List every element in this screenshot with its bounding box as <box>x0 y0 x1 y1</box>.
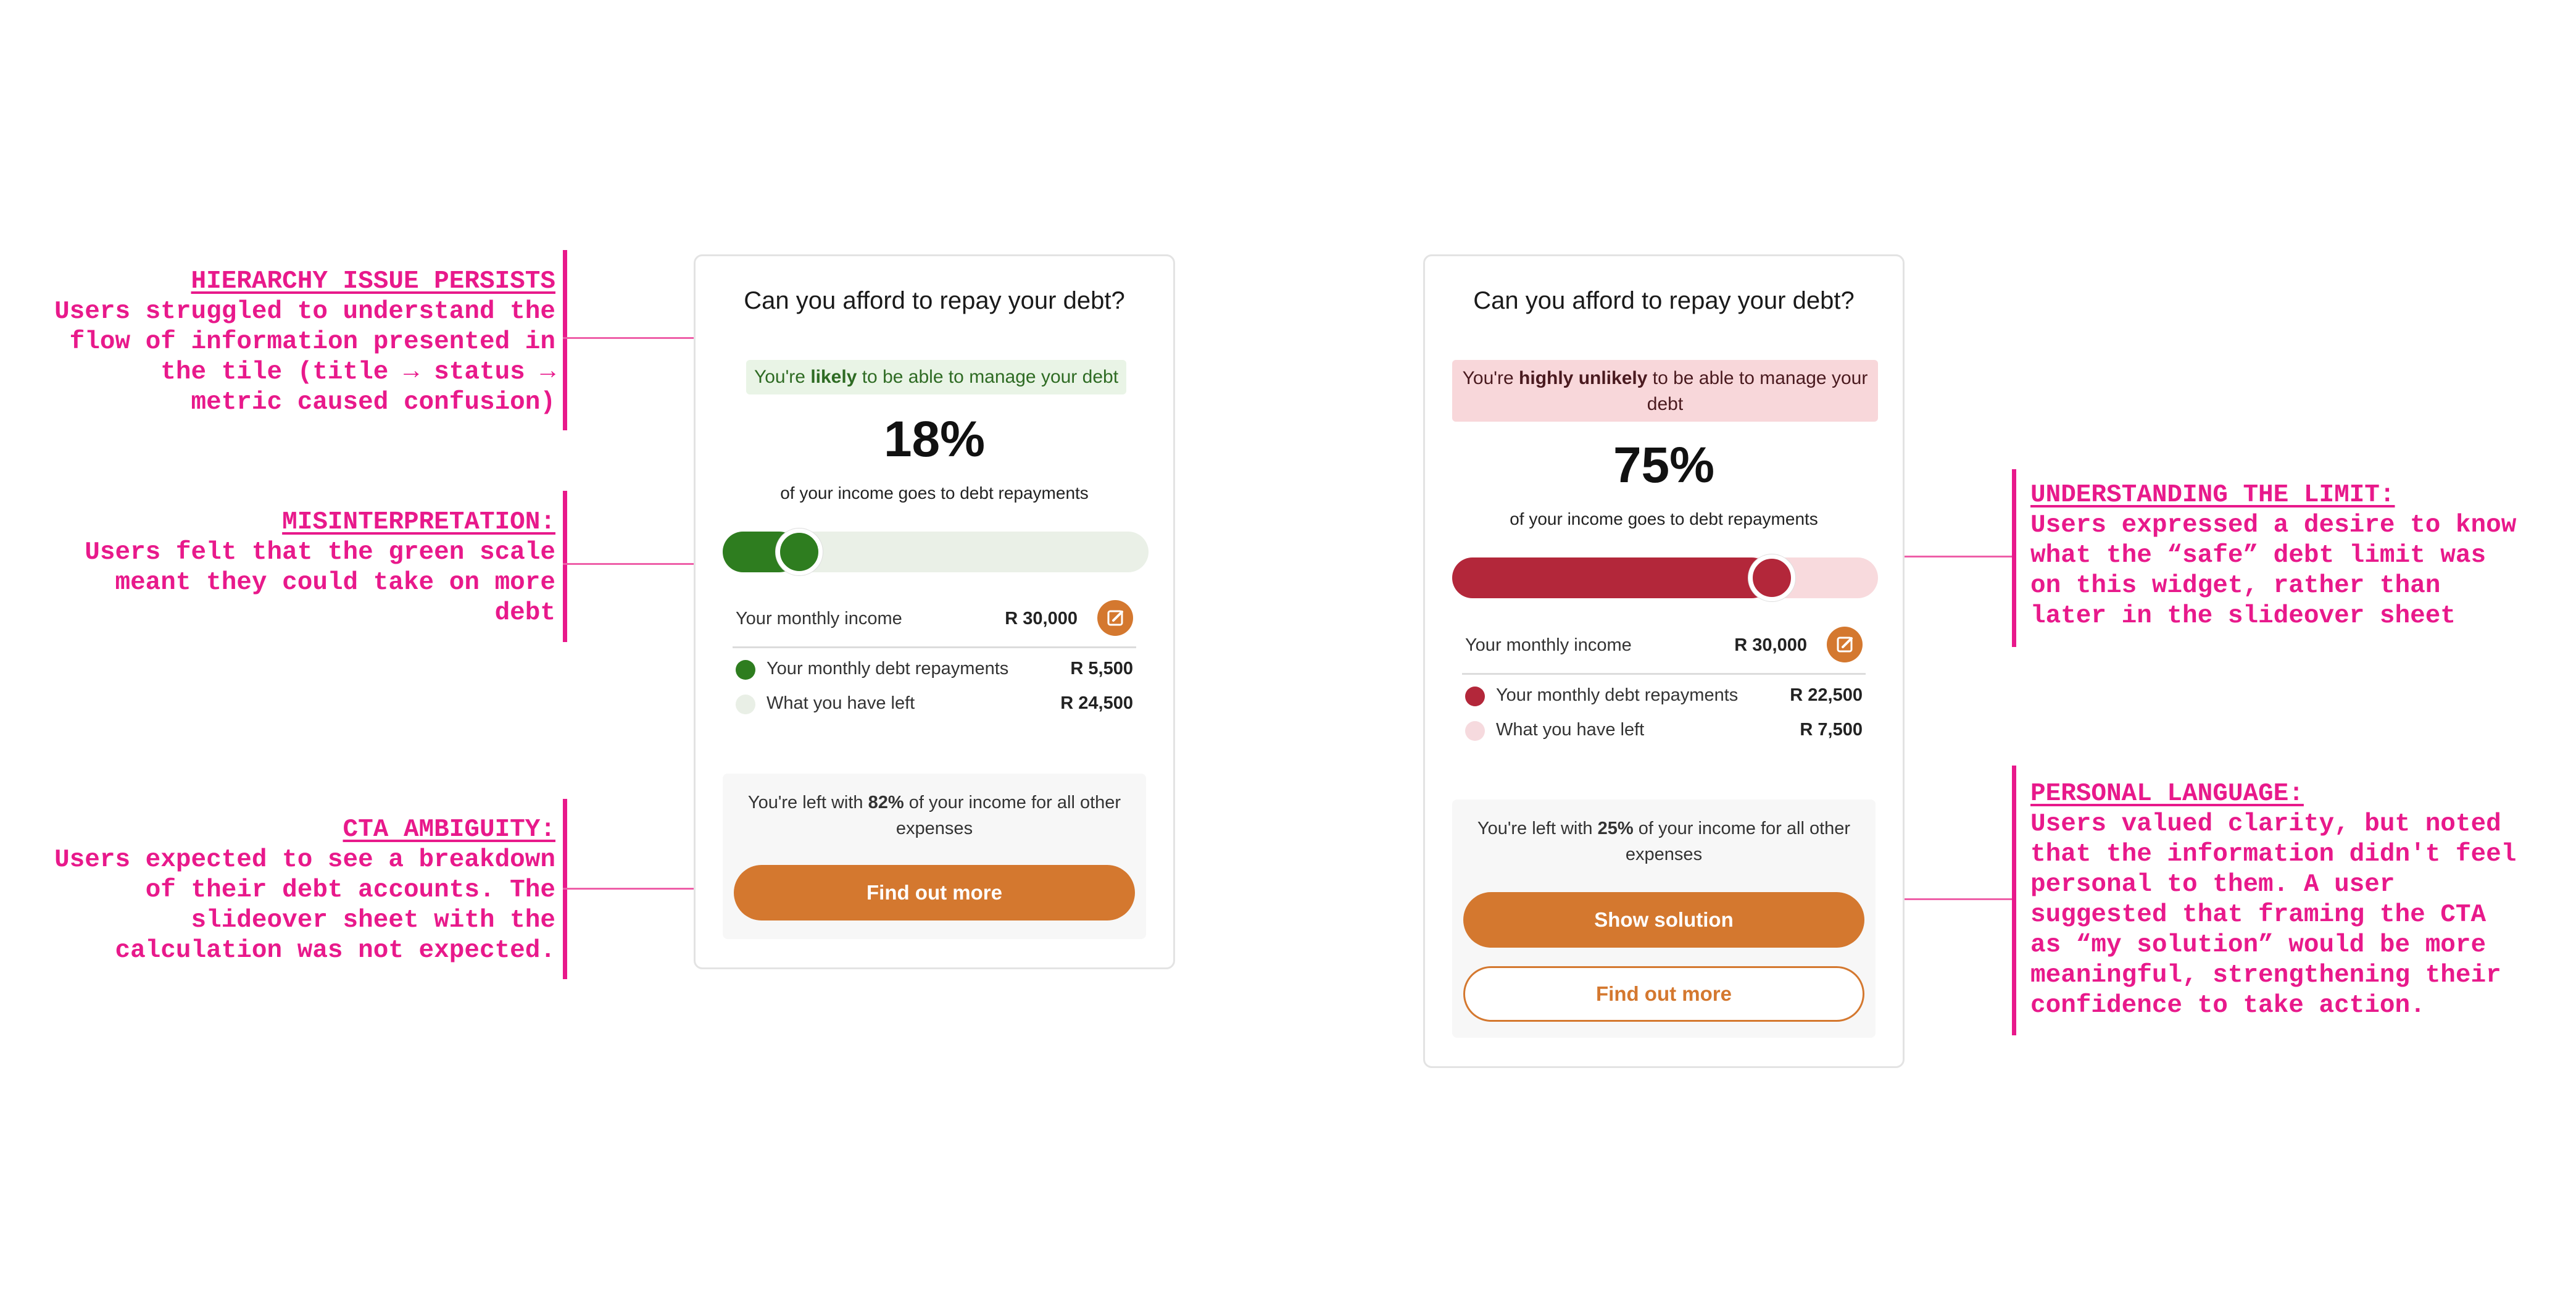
find-out-more-button[interactable]: Find out more <box>1463 966 1864 1022</box>
gauge-marker <box>1748 554 1795 601</box>
annotation-heading: UNDERSTANDING THE LIMIT: <box>2030 481 2395 509</box>
annotation-line: confidence to take action. <box>2030 991 2425 1020</box>
annotation-understanding-limit: UNDERSTANDING THE LIMIT: Users expressed… <box>2030 480 2561 632</box>
edit-icon <box>1837 637 1853 653</box>
remaining-value: R 24,500 <box>1060 693 1133 713</box>
gauge-marker <box>776 528 823 575</box>
repayments-value: R 22,500 <box>1790 685 1863 705</box>
find-out-more-button[interactable]: Find out more <box>734 865 1135 920</box>
debt-gauge <box>723 528 1149 575</box>
summary-pre: You're left with <box>747 793 868 812</box>
edit-income-button[interactable] <box>1827 627 1863 662</box>
annotation-heading: CTA AMBIGUITY: <box>343 816 555 844</box>
debt-percentage: 75% <box>1613 437 1715 493</box>
annotation-line: metric caused confusion) <box>191 388 556 417</box>
annotation-line: of their debt accounts. The <box>145 876 555 904</box>
summary-panel: You're left with 82% of your income for … <box>723 774 1146 939</box>
annotation-line: suggested that framing the CTA <box>2030 901 2487 929</box>
annotation-line: slideover sheet with the <box>191 906 556 935</box>
legend-dot <box>1465 687 1485 706</box>
summary-post: of your income for all other expenses <box>895 793 1121 838</box>
annotation-line: debt <box>494 599 555 627</box>
summary-panel: You're left with 25% of your income for … <box>1452 799 1876 1038</box>
status-text: You're <box>1462 368 1519 388</box>
annotation-line: personal to them. A user <box>2030 870 2395 899</box>
legend-dot <box>736 660 755 680</box>
legend-dot <box>736 695 755 714</box>
annotation-heading: HIERARCHY ISSUE PERSISTS <box>191 267 556 296</box>
debt-percentage: 18% <box>883 411 986 467</box>
summary-post: of your income for all other expenses <box>1625 819 1851 864</box>
income-value: R 30,000 <box>1005 609 1078 628</box>
status-text: You're <box>754 367 811 387</box>
summary-emphasis: 82% <box>868 793 904 812</box>
annotation-line: flow of information presented in <box>69 328 555 356</box>
annotation-line: Users felt that the green scale <box>85 538 555 567</box>
annotation-personal-language: PERSONAL LANGUAGE: Users valued clarity,… <box>2030 779 2567 1021</box>
annotation-bar <box>2012 766 2016 1035</box>
annotation-line: calculation was not expected. <box>115 937 555 965</box>
annotation-line: Users expected to see a breakdown <box>54 846 555 874</box>
summary-text: You're left with 82% of your income for … <box>741 790 1128 841</box>
gauge-fill <box>1452 557 1772 598</box>
card-title: Can you afford to repay your debt? <box>744 287 1125 314</box>
annotation-bar <box>563 491 567 642</box>
annotation-hierarchy: HIERARCHY ISSUE PERSISTS Users struggled… <box>25 267 555 418</box>
status-badge: You're highly unlikely to be able to man… <box>1452 360 1878 422</box>
percentage-caption: of your income goes to debt repayments <box>780 483 1089 503</box>
summary-emphasis: 25% <box>1597 819 1634 838</box>
repayments-label: Your monthly debt repayments <box>767 659 1009 678</box>
edit-income-button[interactable] <box>1097 600 1133 636</box>
debt-affordability-card-unlikely: Can you afford to repay your debt? You'r… <box>1423 254 1905 1068</box>
card-title: Can you afford to repay your debt? <box>1473 287 1855 314</box>
legend-dot <box>1465 721 1485 741</box>
annotation-cta-ambiguity: CTA AMBIGUITY: Users expected to see a b… <box>25 815 555 966</box>
income-value: R 30,000 <box>1734 635 1807 655</box>
status-text: to be able to manage your debt <box>1647 368 1868 414</box>
annotation-line: Users expressed a desire to know <box>2030 511 2517 540</box>
annotation-heading: MISINTERPRETATION: <box>282 508 555 536</box>
edit-icon <box>1107 610 1123 626</box>
remaining-value: R 7,500 <box>1800 720 1863 740</box>
show-solution-button[interactable]: Show solution <box>1463 892 1864 948</box>
annotation-line: that the information didn't feel <box>2030 840 2517 869</box>
annotation-line: later in the slideover sheet <box>2030 602 2456 630</box>
annotation-line: what the “safe” debt limit was <box>2030 541 2487 570</box>
status-text: to be able to manage your debt <box>857 367 1119 387</box>
annotation-misinterpretation: MISINTERPRETATION: Users felt that the g… <box>25 507 555 628</box>
annotation-line: meaningful, strengthening their <box>2030 961 2501 990</box>
annotation-line: meant they could take on more <box>115 569 555 597</box>
status-emphasis: likely <box>810 367 857 387</box>
summary-text: You're left with 25% of your income for … <box>1471 816 1857 867</box>
annotation-line: as “my solution” would be more <box>2030 931 2487 959</box>
annotation-line: Users valued clarity, but noted <box>2030 810 2501 838</box>
status-emphasis: highly unlikely <box>1519 368 1648 388</box>
debt-gauge <box>1452 554 1878 601</box>
annotation-line: the tile (title → status → <box>160 358 555 386</box>
annotation-bar <box>563 250 567 430</box>
repayments-label: Your monthly debt repayments <box>1496 685 1739 705</box>
percentage-caption: of your income goes to debt repayments <box>1510 509 1818 528</box>
summary-pre: You're left with <box>1477 819 1598 838</box>
annotation-heading: PERSONAL LANGUAGE: <box>2030 780 2304 808</box>
repayments-value: R 5,500 <box>1070 659 1133 678</box>
divider <box>733 646 1136 648</box>
annotation-line: on this widget, rather than <box>2030 572 2441 600</box>
annotation-bar <box>2012 469 2016 647</box>
income-label: Your monthly income <box>1465 635 1632 655</box>
status-badge: You're likely to be able to manage your … <box>746 360 1126 394</box>
annotation-line: Users struggled to understand the <box>54 298 555 326</box>
divider <box>1462 673 1866 675</box>
debt-affordability-card-likely: Can you afford to repay your debt? You'r… <box>694 254 1175 969</box>
income-label: Your monthly income <box>736 609 902 628</box>
remaining-label: What you have left <box>767 693 915 713</box>
remaining-label: What you have left <box>1496 720 1645 740</box>
